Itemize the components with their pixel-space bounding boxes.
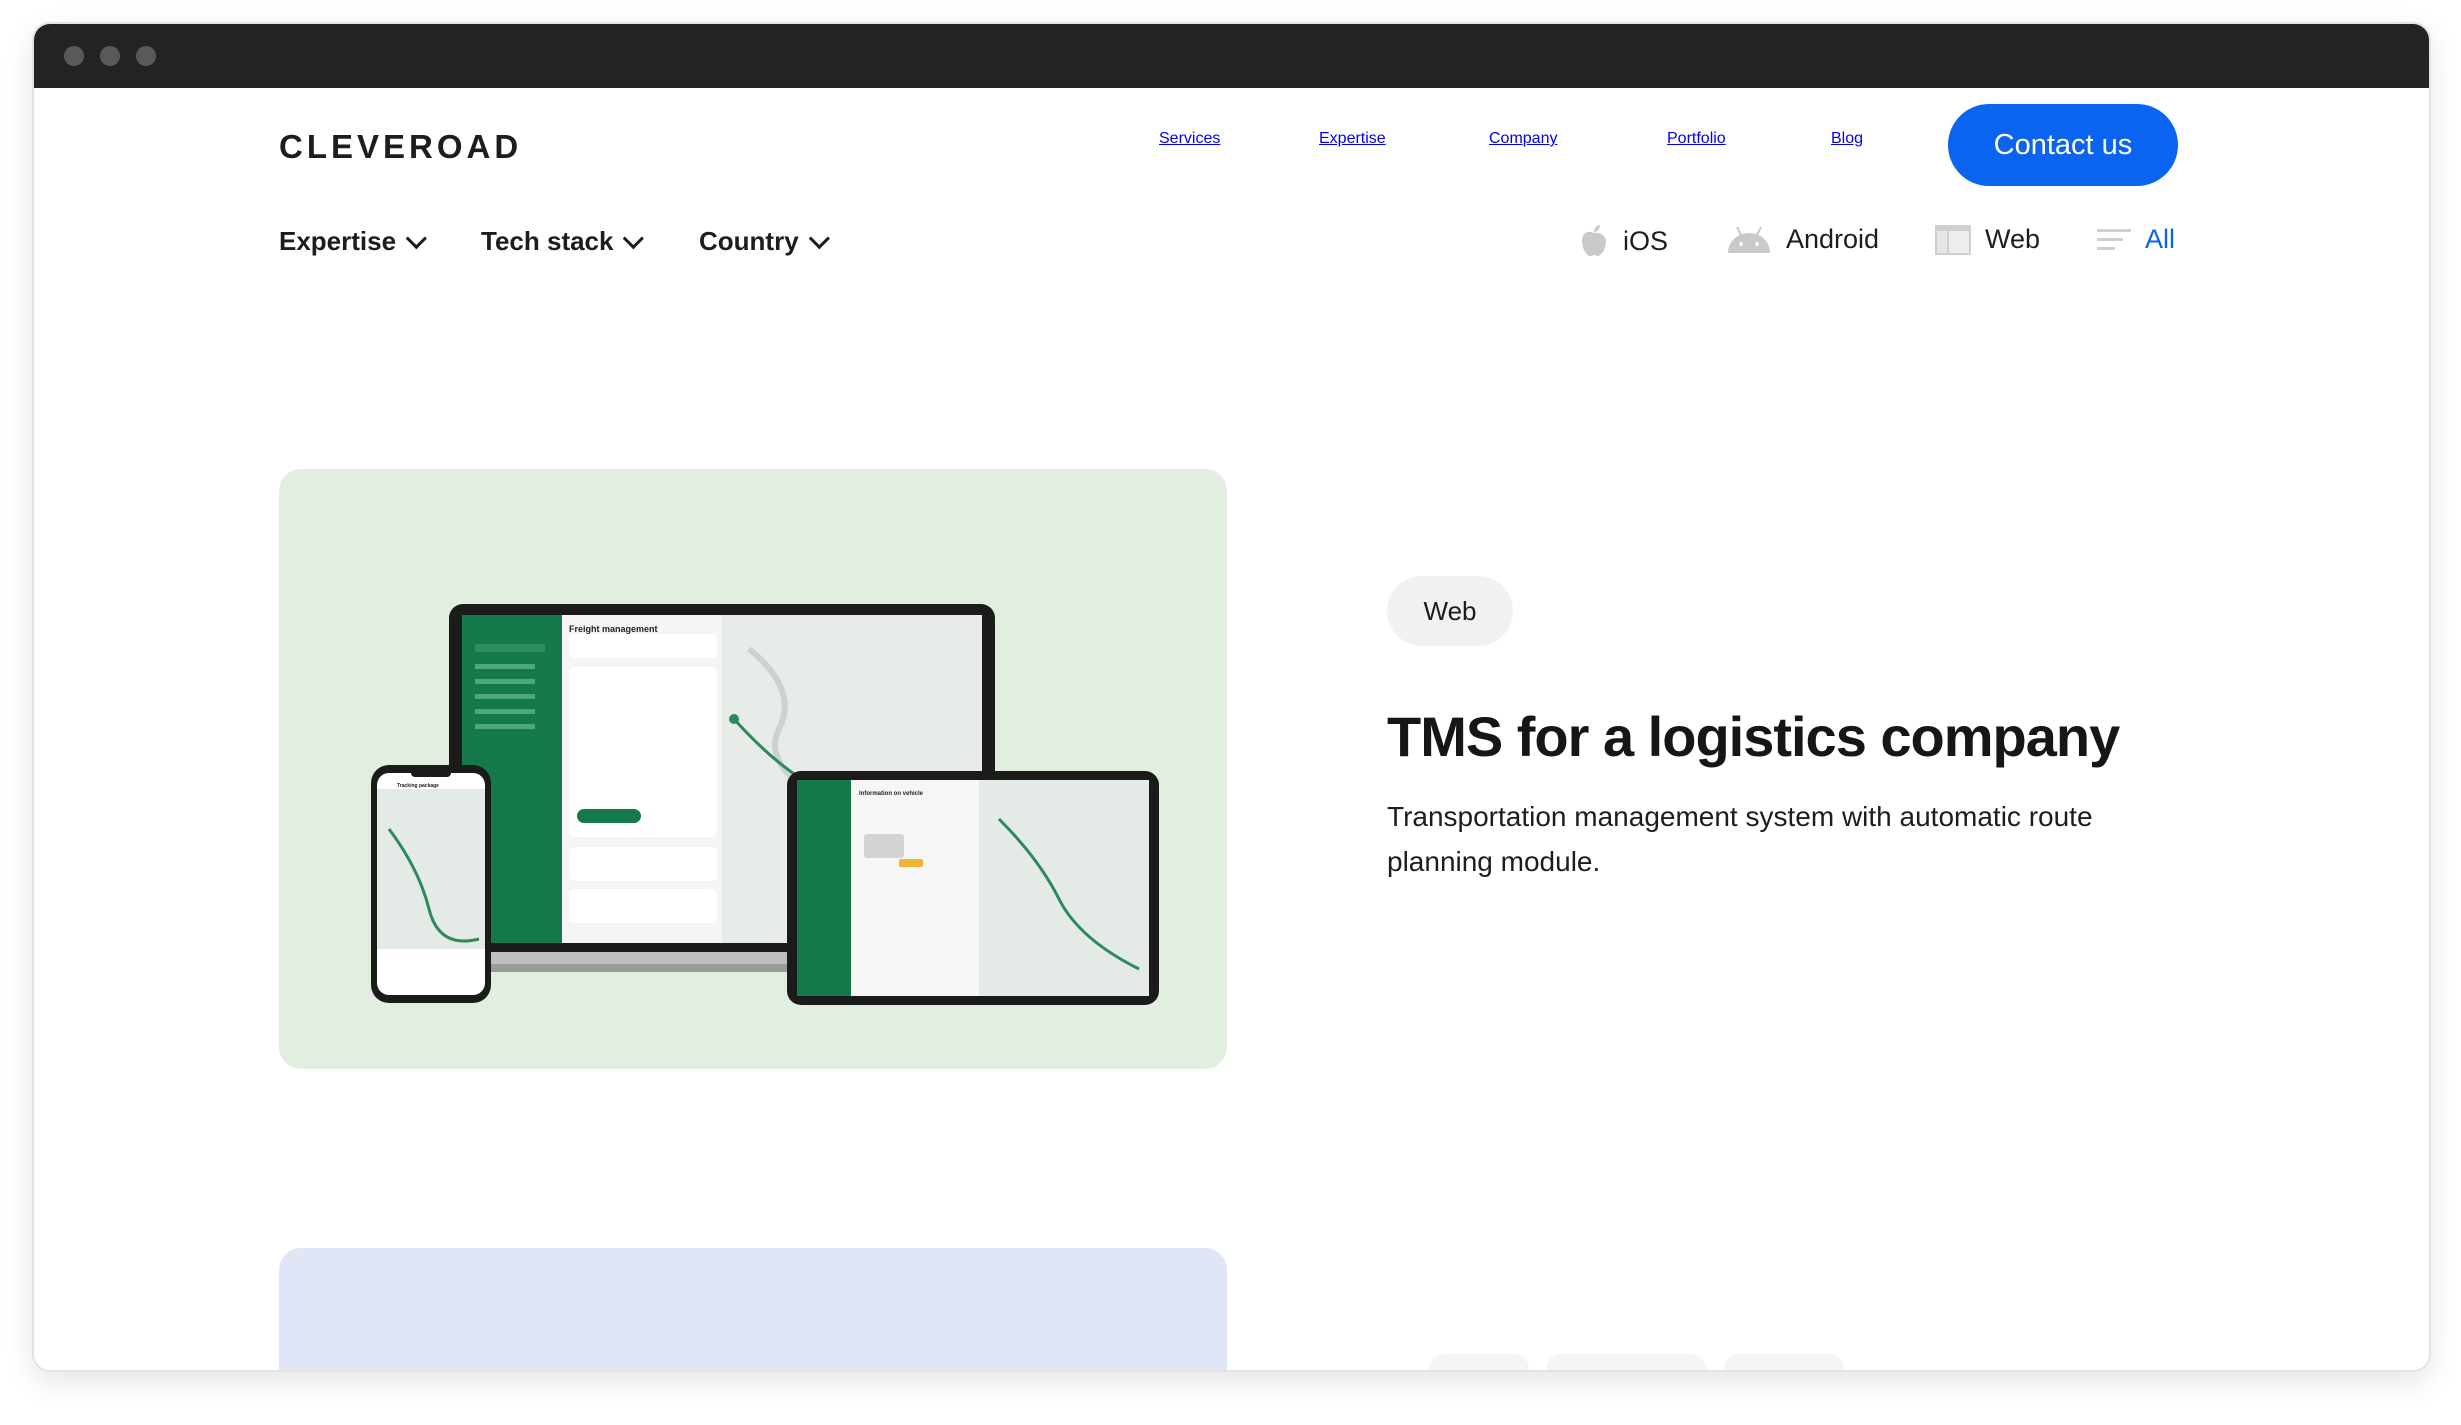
platform-all[interactable]: All — [2097, 224, 2175, 255]
android-icon — [1728, 226, 1770, 253]
minimize-window-dot[interactable] — [100, 46, 120, 66]
contact-us-button[interactable]: Contact us — [1948, 104, 2178, 186]
filter-tech-stack-label: Tech stack — [481, 226, 614, 256]
filter-country-label: Country — [699, 226, 799, 256]
platform-web-label: Web — [1985, 224, 2041, 254]
next-project-tag — [1429, 1354, 1529, 1370]
filter-expertise-label: Expertise — [279, 226, 397, 256]
platform-ios-label: iOS — [1623, 225, 1669, 256]
web-icon — [1935, 224, 1971, 255]
nav-company[interactable]: Company — [1489, 130, 1557, 148]
nav-services[interactable]: Services — [1159, 130, 1220, 148]
project-card-image[interactable]: Freight management Information on vehicl… — [279, 469, 1227, 1069]
page-viewport: CLEVEROAD Services Expertise Company Por… — [34, 88, 2429, 1370]
browser-titlebar — [34, 24, 2429, 88]
platform-android[interactable]: Android — [1726, 224, 1879, 255]
next-project-tag — [1724, 1354, 1844, 1370]
next-project-card[interactable] — [279, 1248, 1227, 1370]
nav-expertise[interactable]: Expertise — [1319, 130, 1386, 148]
chevron-down-icon — [623, 228, 645, 250]
platform-android-label: Android — [1786, 224, 1880, 254]
browser-window: CLEVEROAD Services Expertise Company Por… — [32, 22, 2431, 1372]
tablet-header-text: Information on vehicle — [859, 791, 924, 797]
project-description: Transportation management system with au… — [1387, 801, 2093, 877]
filter-expertise[interactable]: Expertise — [279, 226, 428, 257]
logo[interactable]: CLEVEROAD — [279, 128, 522, 166]
nav-blog[interactable]: Blog — [1831, 130, 1863, 148]
platform-web[interactable]: Web — [1935, 224, 2040, 255]
next-project-tag — [1546, 1354, 1706, 1370]
all-icon — [2097, 228, 2131, 250]
apple-icon — [1582, 225, 1606, 256]
devices-mockup-illustration: Freight management Information on vehicl… — [371, 604, 1159, 1005]
nav-portfolio[interactable]: Portfolio — [1667, 130, 1726, 148]
chevron-down-icon — [808, 228, 830, 250]
platform-all-label: All — [2145, 224, 2176, 254]
maximize-window-dot[interactable] — [136, 46, 156, 66]
filter-tech-stack[interactable]: Tech stack — [481, 226, 645, 257]
laptop-header-text: Freight management — [569, 624, 658, 634]
project-platform-tag: Web — [1387, 576, 1513, 646]
project-title[interactable]: TMS for a logistics company — [1387, 704, 2120, 769]
platform-ios[interactable]: iOS — [1579, 224, 1668, 258]
chevron-down-icon — [405, 228, 428, 250]
phone-header-text: Tracking package — [397, 783, 439, 789]
filter-country[interactable]: Country — [699, 226, 830, 257]
close-window-dot[interactable] — [64, 46, 84, 66]
